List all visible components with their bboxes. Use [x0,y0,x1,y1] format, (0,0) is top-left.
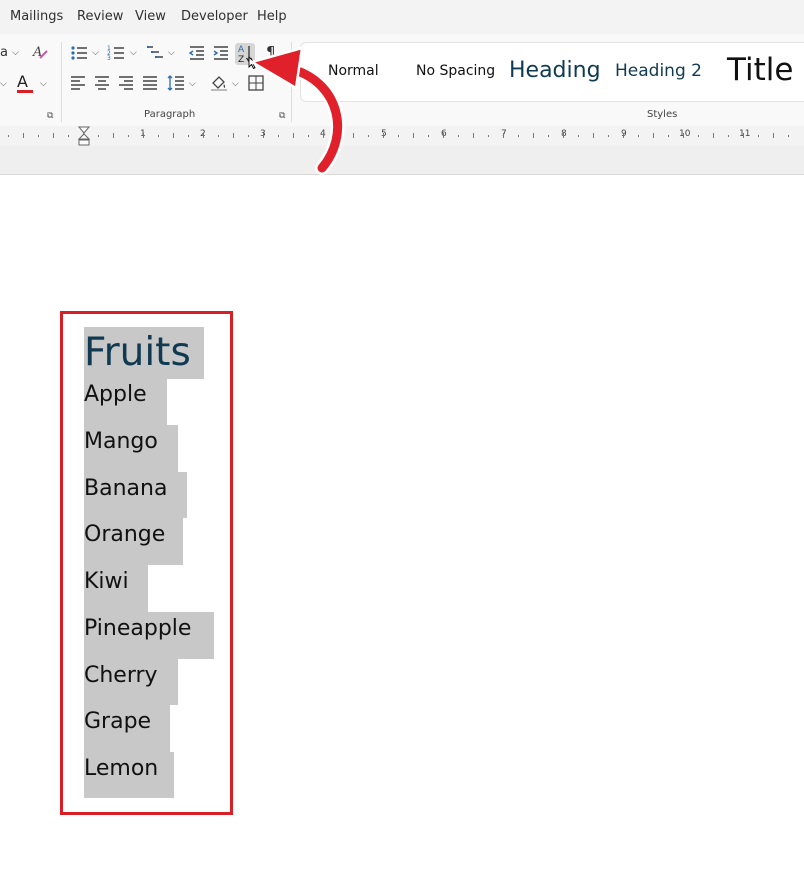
line-spacing-dropdown-icon[interactable]: ⌵ [189,79,196,89]
group-separator [61,42,62,122]
ruler-number: 11 [739,129,751,139]
ruler-tick [758,135,759,137]
ruler-tick [413,133,414,138]
multilevel-dropdown-icon[interactable]: ⌵ [168,48,175,58]
align-center-icon[interactable] [94,75,110,91]
menu-review[interactable]: Review [77,9,123,24]
styles-gallery: Normal No Spacing Heading Heading 2 Titl… [300,42,804,102]
menu-developer[interactable]: Developer [181,9,248,24]
menu-bar: Mailings Review View Developer Help [0,0,804,34]
ruler-tick [143,133,144,138]
font-color-swatch [17,90,33,93]
ruler-tick [458,135,459,137]
ruler-tick [713,133,714,138]
ruler-tick [653,133,654,138]
styles-group-label: Styles [647,109,678,120]
ruler-tick [128,135,129,137]
style-title[interactable]: Title [727,52,793,88]
font-color-icon[interactable]: A [17,72,28,91]
ruler-tick [188,135,189,137]
ruler-tick [608,135,609,137]
align-left-icon[interactable] [70,75,86,91]
style-heading-2[interactable]: Heading 2 [615,61,702,81]
ruler-tick [578,135,579,137]
ruler-tick [53,133,54,138]
ruler-tick [113,133,114,138]
indent-marker-icon[interactable] [78,126,90,146]
increase-indent-icon[interactable] [212,44,230,62]
ruler-tick [443,133,444,138]
font-dialog-launcher-icon[interactable]: ⧉ [47,110,53,121]
ruler-tick [383,133,384,138]
ruler-tick [38,135,39,137]
line-spacing-icon[interactable] [167,74,185,92]
font-name-fragment[interactable]: a [0,45,8,60]
ruler-tick [773,133,774,138]
ruler-tick [728,135,729,137]
ruler-tick [68,135,69,137]
ruler-tick [353,133,354,138]
ruler-tick [218,135,219,137]
font-name-dropdown-icon[interactable]: ⌵ [12,48,19,58]
ruler-tick [533,133,534,138]
ruler-tick [473,133,474,138]
bullets-icon[interactable] [70,44,88,62]
ruler-tick [23,133,24,138]
red-arrow-icon [250,46,345,175]
ruler-tick [158,135,159,137]
ruler-tick [698,135,699,137]
align-right-icon[interactable] [118,75,134,91]
clear-formatting-icon[interactable]: A [31,43,49,61]
ruler-tick [428,135,429,137]
shading-icon[interactable] [210,74,228,92]
ruler-tick [488,135,489,137]
ruler-tick [368,135,369,137]
ribbon: a ⌵ A ⌵ A ⌵ ⧉ ⌵ 123 ⌵ ⌵ A Z ¶ ⌵ ⌵ Paragr… [0,34,804,127]
font-color-dropdown-icon[interactable]: ⌵ [40,79,47,89]
ruler-tick [8,135,9,137]
ruler-tick [788,135,789,137]
ruler-tick [203,133,204,138]
ruler-tick [398,135,399,137]
svg-text:3: 3 [107,55,111,62]
numbering-dropdown-icon[interactable]: ⌵ [130,48,137,58]
ruler-tick [623,133,624,138]
menu-mailings[interactable]: Mailings [10,9,63,24]
multilevel-list-icon[interactable] [146,44,166,62]
menu-help[interactable]: Help [257,9,287,24]
menu-view[interactable]: View [135,9,166,24]
ruler-tick [743,133,744,138]
bullets-dropdown-icon[interactable]: ⌵ [92,48,99,58]
ruler-tick [518,135,519,137]
style-no-spacing[interactable]: No Spacing [416,63,495,79]
style-heading-1[interactable]: Heading [509,58,601,83]
ruler-tick [638,135,639,137]
ruler-canvas-band [0,146,804,175]
ruler-tick [503,133,504,138]
decrease-indent-icon[interactable] [188,44,206,62]
text-effects-dropdown-icon[interactable]: ⌵ [0,79,7,89]
ruler-tick [98,135,99,137]
ruler-tick [683,133,684,138]
ruler-tick [563,133,564,138]
highlight-box [60,311,233,815]
ruler-tick [173,133,174,138]
shading-dropdown-icon[interactable]: ⌵ [232,79,239,89]
ruler-number: 10 [679,129,691,139]
horizontal-ruler[interactable]: 1 2 3 4 5 6 7 8 9 10 11 [0,126,804,146]
ruler-tick [548,135,549,137]
numbering-icon[interactable]: 123 [107,44,125,62]
ruler-tick [593,133,594,138]
ruler-tick [668,135,669,137]
justify-icon[interactable] [142,75,158,91]
ruler-tick [233,133,234,138]
paragraph-group-label: Paragraph [144,109,196,120]
